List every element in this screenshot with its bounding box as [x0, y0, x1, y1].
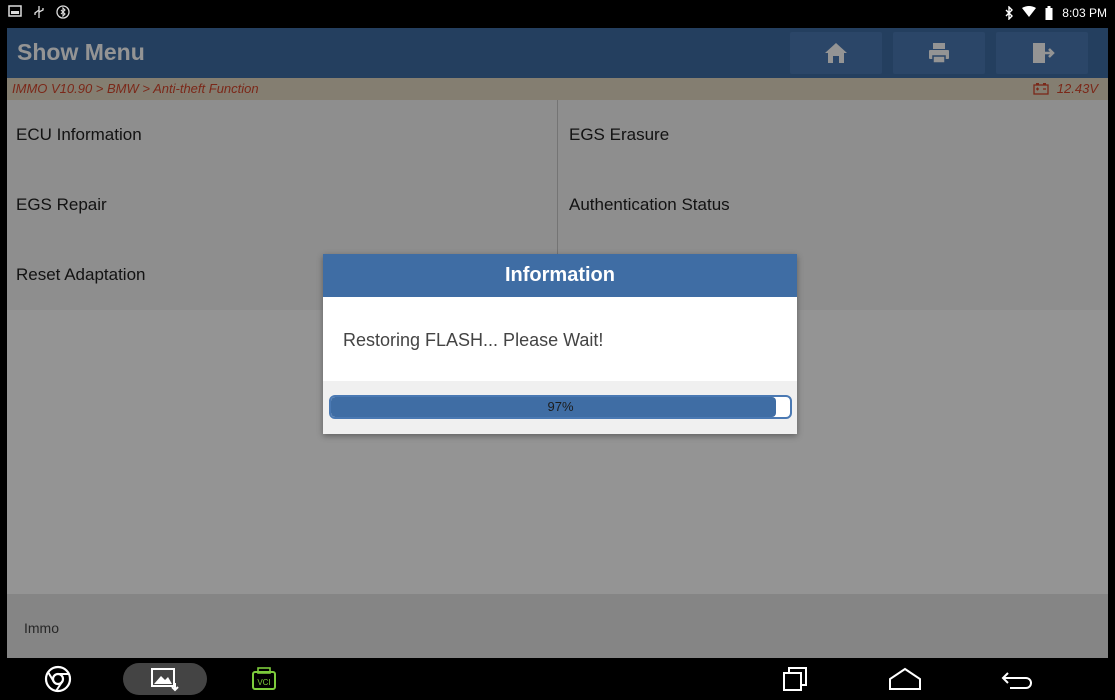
- home-nav-button[interactable]: [885, 663, 925, 695]
- vci-label: VCI: [257, 678, 270, 687]
- info-dialog: Information Restoring FLASH... Please Wa…: [323, 254, 797, 434]
- wifi-icon: [1022, 6, 1037, 20]
- bluetooth-settings-icon: [56, 5, 70, 19]
- progress-label: 97%: [547, 399, 574, 414]
- usb-icon: [32, 5, 46, 19]
- home-nav-icon: [889, 667, 921, 690]
- progress-bar: 97%: [329, 395, 792, 419]
- gallery-button[interactable]: [123, 663, 207, 695]
- dialog-title: Information: [323, 254, 797, 297]
- gallery-icon: [151, 668, 179, 692]
- vci-icon: VCI: [252, 667, 276, 690]
- navigation-bar: VCI: [0, 658, 1115, 700]
- chrome-icon: [44, 665, 72, 693]
- status-bar: 8:03 PM: [0, 0, 1115, 28]
- back-icon: [1001, 672, 1032, 689]
- recents-button[interactable]: [777, 663, 813, 695]
- chrome-button[interactable]: [40, 663, 76, 695]
- screenshot-icon: [8, 5, 22, 19]
- bluetooth-icon: [1002, 5, 1016, 21]
- vci-button[interactable]: VCI: [249, 663, 279, 695]
- back-button[interactable]: [997, 663, 1037, 695]
- recents-icon: [783, 667, 807, 691]
- battery-icon: [1042, 6, 1056, 20]
- dialog-message: Restoring FLASH... Please Wait!: [343, 330, 604, 350]
- clock-time: 8:03 PM: [1062, 6, 1107, 20]
